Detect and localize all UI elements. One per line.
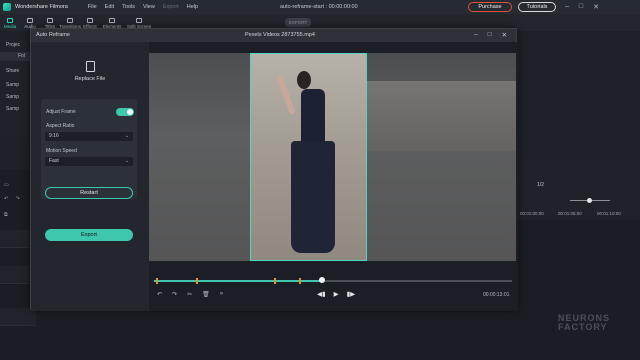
ruler-time: 00:01:10:00 [597, 211, 621, 216]
elements-icon [109, 18, 115, 23]
aspect-ratio-label: Aspect Ratio [46, 123, 75, 129]
keyframe-marker[interactable] [299, 278, 301, 284]
export-button[interactable]: EXPORT [285, 18, 311, 27]
redo-icon[interactable]: ↷ [172, 291, 177, 298]
adjust-frame-label: Adjust Frame [46, 109, 76, 115]
keyframe-marker[interactable] [274, 278, 276, 284]
zoom-slider-knob[interactable] [587, 198, 592, 203]
motion-speed-select[interactable]: Fast ⌄ [45, 157, 133, 166]
copy-icon[interactable]: ⧉ [4, 212, 11, 218]
project-panel: Projec Fol Share Samp Samp Samp [0, 38, 32, 138]
filmora-logo-icon [3, 3, 11, 11]
title-bar: Wondershare Filmora File Edit Tools View… [0, 0, 640, 14]
keyframe-marker[interactable] [196, 278, 198, 284]
undo-icon[interactable]: ↶ [157, 291, 162, 298]
subject-figure [276, 71, 342, 261]
list-item[interactable]: Samp [6, 82, 19, 88]
watermark-logo: NEURONS FACTORY [558, 313, 611, 332]
step-back-icon[interactable]: ◀▮ [317, 290, 326, 298]
edit-tools: ↶ ↷ ✂ 🗑 » [157, 291, 223, 298]
maximize-icon[interactable]: □ [579, 3, 583, 11]
dialog-export-button[interactable]: Export [45, 229, 133, 241]
settings-card: Adjust Frame Aspect Ratio 9:16 ⌄ Motion … [41, 99, 137, 199]
delete-icon[interactable]: 🗑 [202, 291, 210, 298]
list-item[interactable]: Projec [6, 42, 20, 48]
transitions-icon [67, 18, 73, 23]
ruler-time: 00:01:00:00 [520, 211, 544, 216]
step-forward-icon[interactable]: ▮▶ [347, 290, 356, 298]
chevron-down-icon: ⌄ [124, 133, 129, 139]
keyframe-marker[interactable] [156, 278, 158, 284]
list-item[interactable]: Share [6, 68, 19, 74]
list-item[interactable]: Samp [6, 106, 19, 112]
replace-file-button[interactable]: Replace File [41, 50, 139, 92]
titles-icon [47, 18, 53, 23]
motion-speed-label: Motion Speed [46, 148, 77, 154]
menu-bar: File Edit Tools View Export Help [88, 4, 198, 10]
file-icon [85, 60, 95, 72]
dialog-window-controls: – □ ✕ [474, 31, 507, 39]
purchase-button[interactable]: Purchase [468, 2, 512, 12]
playback-progress-bar[interactable] [154, 277, 512, 284]
effects-icon [87, 18, 93, 23]
file-name: Pexels Videos 2873755.mp4 [245, 32, 315, 38]
audio-icon [27, 18, 33, 23]
minimize-icon[interactable]: – [474, 31, 478, 39]
tutorials-button[interactable]: Tutorials [518, 2, 556, 12]
media-icon [7, 18, 13, 23]
timecode: 00:00:13:01 [483, 292, 510, 298]
reframe-settings-sidebar: Replace File Adjust Frame Aspect Ratio 9… [31, 42, 149, 311]
chevron-down-icon: ⌄ [124, 158, 129, 164]
video-preview-panel: ↶ ↷ ✂ 🗑 » ◀▮ ▶ ▮▶ 00:00:13:01 [149, 42, 518, 311]
list-item[interactable]: Samp [6, 94, 19, 100]
maximize-icon[interactable]: □ [488, 31, 492, 39]
filmora-app: Wondershare Filmora File Edit Tools View… [0, 0, 640, 360]
playback-controls: ◀▮ ▶ ▮▶ [317, 290, 355, 298]
document-title: auto-reframe-start : 00:00:00:00 [280, 4, 358, 10]
minimize-icon[interactable]: – [565, 3, 569, 11]
play-icon[interactable]: ▶ [334, 290, 339, 298]
folder-icon[interactable]: ▭ [4, 182, 12, 188]
app-name: Wondershare Filmora [15, 4, 68, 10]
ratio-readout[interactable]: 1/2 [537, 182, 544, 188]
toggle-knob [127, 109, 133, 115]
adjust-frame-toggle[interactable] [116, 108, 134, 116]
restart-button[interactable]: Restart [45, 187, 133, 199]
list-item[interactable]: Fol [0, 52, 32, 61]
replace-file-label: Replace File [74, 75, 106, 82]
progress-fill [154, 280, 323, 282]
close-icon[interactable]: ✕ [502, 31, 507, 39]
menu-tools[interactable]: Tools [122, 4, 135, 10]
auto-reframe-dialog: Auto Reframe Pexels Videos 2873755.mp4 –… [30, 28, 518, 311]
playhead-knob[interactable] [319, 277, 326, 283]
menu-help[interactable]: Help [187, 4, 198, 10]
menu-edit[interactable]: Edit [105, 4, 114, 10]
dialog-title: Auto Reframe [36, 32, 70, 38]
menu-export[interactable]: Export [163, 4, 179, 10]
split-icon[interactable]: ✂ [187, 291, 192, 298]
window-controls: – □ ✕ [565, 3, 599, 11]
forward-icon[interactable]: » [220, 291, 223, 298]
split-screen-icon [136, 18, 142, 23]
close-icon[interactable]: ✕ [593, 3, 599, 11]
undo-icon[interactable]: ↶ ↷ [4, 196, 23, 202]
aspect-ratio-select[interactable]: 9:16 ⌄ [45, 132, 133, 141]
tab-media[interactable]: Media [0, 14, 20, 31]
dialog-title-bar: Auto Reframe Pexels Videos 2873755.mp4 –… [31, 29, 516, 42]
video-frame [149, 53, 516, 261]
ruler-time: 00:01:05:00 [558, 211, 582, 216]
menu-file[interactable]: File [88, 4, 97, 10]
menu-view[interactable]: View [143, 4, 155, 10]
